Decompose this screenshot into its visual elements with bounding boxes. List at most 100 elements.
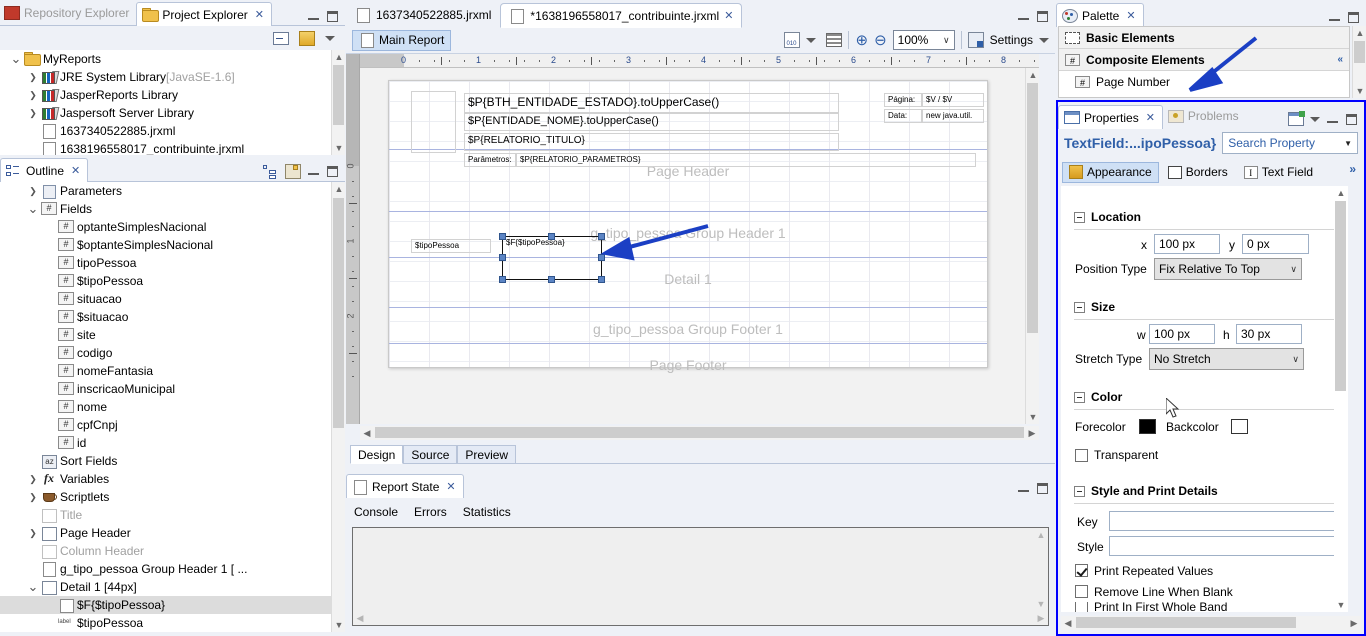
zoom-out-icon[interactable]: ⊖ [874,31,887,49]
scrollbar-thumb[interactable] [1076,617,1296,628]
maximize-icon[interactable] [326,10,339,23]
chevron-right-icon[interactable]: ❯ [25,90,41,101]
properties-vertical-scrollbar[interactable]: ▲ ▼ [1334,186,1348,612]
tree-layout-icon[interactable] [263,164,279,179]
tree-row[interactable]: ❯ Variables [0,470,331,488]
outline-scrollbar[interactable]: ▲ ▼ [331,182,345,632]
chevron-down-icon[interactable]: ∨ [1292,354,1299,365]
scroll-down-icon[interactable]: ▼ [1026,410,1039,424]
scroll-left-icon[interactable]: ◀ [1061,616,1075,630]
scroll-right-icon[interactable]: ▶ [1034,611,1048,625]
scroll-down-icon[interactable]: ▼ [332,618,346,632]
section-style-print[interactable]: Style and Print Details [1074,484,1218,498]
settings-dropdown-icon[interactable] [1039,37,1049,43]
editor-mode-tab-preview[interactable]: Preview [457,445,517,464]
close-icon[interactable]: ✕ [724,9,733,22]
scrollbar-thumb[interactable] [333,65,344,125]
resize-handle-se[interactable] [598,276,605,283]
tree-row[interactable]: cpfCnpj [0,416,331,434]
minimize-icon[interactable] [1017,10,1030,23]
x-field[interactable]: 100 px [1154,234,1220,254]
palette-scrollbar[interactable]: ▲ ▼ [1352,26,1366,98]
view-menu-icon[interactable] [1310,116,1320,122]
chevron-right-icon[interactable]: ❯ [25,186,41,197]
key-field[interactable] [1109,511,1348,531]
section-size[interactable]: Size [1074,300,1115,314]
report-element[interactable]: $P{RELATORIO_TITULO} [464,133,839,151]
collapse-all-icon[interactable] [273,31,289,45]
chevron-down-icon[interactable]: ⌄ [25,580,41,593]
new-property-icon[interactable] [1288,111,1305,126]
chevron-down-icon[interactable]: ▼ [1344,139,1352,148]
tab-properties[interactable]: Properties ✕ [1058,105,1163,129]
chevron-right-icon[interactable]: ❯ [25,492,41,503]
settings-label[interactable]: Settings [990,33,1033,47]
collapse-icon[interactable] [1074,211,1085,223]
project-explorer-tree[interactable]: ⌄ MyReports ❯ JRE System Library [JavaSE-1.… [0,50,331,155]
scroll-up-icon[interactable]: ▲ [1026,68,1039,82]
tree-row[interactable]: 1637340522885.jrxml [0,122,331,140]
report-element[interactable]: $P{ENTIDADE_NOME}.toUpperCase() [464,113,839,131]
tree-row[interactable]: Title [0,506,331,524]
dataset-dropdown-icon[interactable] [806,37,817,43]
palette-body[interactable]: Basic Elements # Composite Elements « # Page … [1058,26,1350,98]
y-field[interactable]: 0 px [1242,234,1309,254]
report-page[interactable]: Page Header g_tipo_pessoa Group Header 1D… [388,80,988,373]
tab-palette[interactable]: Palette ✕ [1056,3,1144,27]
chevron-down-icon[interactable]: ⌄ [8,52,24,65]
close-icon[interactable]: ✕ [71,164,80,177]
tree-row[interactable]: situacao [0,290,331,308]
section-color[interactable]: Color [1074,390,1122,404]
scrollbar-thumb[interactable] [1027,83,1038,333]
zoom-in-icon[interactable]: ⊕ [855,31,868,49]
report-element[interactable]: $P{RELATORIO_PARAMETROS} [516,153,976,167]
property-tab-borders[interactable]: Borders [1161,162,1235,183]
scrollbar-thumb[interactable] [1335,201,1346,391]
scroll-left-icon[interactable]: ◀ [360,426,374,440]
report-design-canvas[interactable]: Page Header g_tipo_pessoa Group Header 1D… [360,68,1039,424]
resize-handle-ne[interactable] [598,233,605,240]
close-icon[interactable]: ✕ [1146,111,1155,124]
main-report-button[interactable]: Main Report [352,29,452,51]
position-type-combo[interactable]: Fix Relative To Top ∨ [1154,258,1302,280]
chevron-down-icon[interactable]: ∨ [1290,264,1297,275]
properties-horizontal-scrollbar[interactable]: ◀ ▶ [1061,616,1361,630]
minimize-icon[interactable] [307,10,320,23]
transparent-checkbox[interactable] [1075,448,1088,462]
tree-row[interactable]: $tipoPessoa [0,272,331,290]
checkbox-print-repeated-values[interactable] [1075,564,1088,577]
bands-icon[interactable] [826,33,843,47]
console-output-area[interactable]: ▲ ▼ ◀ ▶ [352,527,1049,626]
resize-handle-e[interactable] [598,254,605,261]
tree-row[interactable]: $optanteSimplesNacional [0,236,331,254]
tree-row[interactable]: 1638196558017_contribuinte.jrxml [0,140,331,155]
tab-outline[interactable]: Outline ✕ [0,158,89,182]
close-icon[interactable]: ✕ [255,8,264,21]
palette-group-composite-elements[interactable]: # Composite Elements « [1059,49,1349,71]
tree-row[interactable]: ❯ JRE System Library [JavaSE-1.6] [0,68,331,86]
chevron-right-icon[interactable]: ❯ [25,72,41,83]
editor-mode-tab-source[interactable]: Source [403,445,458,464]
tree-row[interactable]: ⌄ Detail 1 [44px] [0,578,331,596]
palette-group-basic-elements[interactable]: Basic Elements [1059,27,1349,49]
tab-report-state[interactable]: Report State ✕ [346,474,464,498]
scroll-up-icon[interactable]: ▲ [332,182,346,196]
scrollbar-thumb[interactable] [375,427,1024,438]
stretch-type-combo[interactable]: No Stretch ∨ [1149,348,1304,370]
close-icon[interactable]: ✕ [1126,9,1135,22]
minimize-icon[interactable] [1328,11,1341,24]
resize-handle-w[interactable] [499,254,506,261]
tree-row[interactable]: ❯ Scriptlets [0,488,331,506]
property-tab-appearance[interactable]: Appearance [1062,161,1159,183]
scroll-down-icon[interactable]: ▼ [1353,84,1366,98]
scrollbar-thumb[interactable] [1354,41,1365,63]
chevron-right-icon[interactable]: ❯ [25,528,41,539]
report-element[interactable]: Parâmetros: [464,153,516,167]
tree-row[interactable]: nome [0,398,331,416]
report-element[interactable]: $tipoPessoa [411,239,491,253]
tree-row[interactable]: optanteSimplesNacional [0,218,331,236]
tree-row[interactable]: g_tipo_pessoa Group Header 1 [ ... [0,560,331,578]
tree-row[interactable]: nomeFantasia [0,362,331,380]
collapse-palette-icon[interactable]: « [1337,54,1343,65]
tab-repository-explorer[interactable]: Repository Explorer [0,1,136,25]
